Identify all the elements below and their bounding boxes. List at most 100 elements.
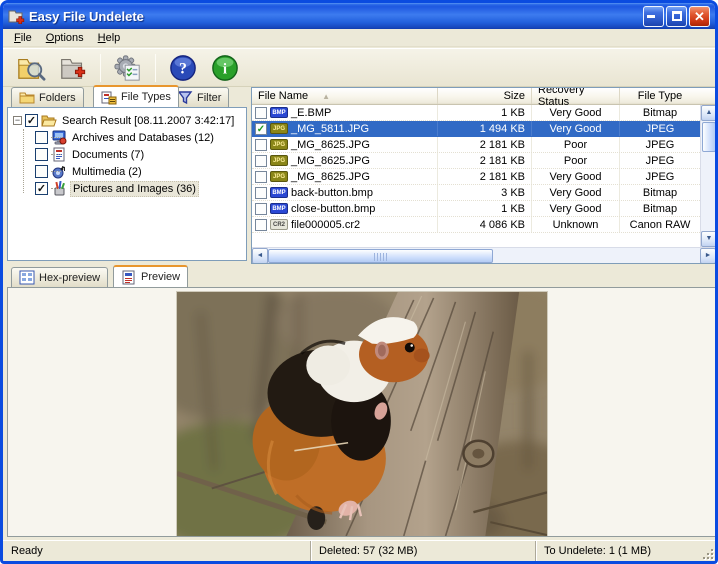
file-row-4[interactable]: JPG_MG_8625.JPG2 181 KBVery GoodJPEG bbox=[252, 169, 700, 185]
tree-item-label: Archives and Databases (12) bbox=[70, 131, 216, 145]
column-header-size[interactable]: Size bbox=[438, 88, 532, 104]
tree-item-label: Multimedia (2) bbox=[70, 165, 144, 179]
gear-checklist-icon bbox=[113, 54, 143, 82]
file-row-2[interactable]: JPG_MG_8625.JPG2 181 KBPoorJPEG bbox=[252, 137, 700, 153]
tree-item-4[interactable]: ✓Pictures and Images (36) bbox=[35, 180, 246, 197]
tree-item-1[interactable]: Archives and Databases (12) bbox=[35, 129, 246, 146]
status-ready: Ready bbox=[3, 541, 311, 561]
horizontal-scroll-thumb[interactable] bbox=[268, 249, 493, 263]
scroll-up-button[interactable]: ▲ bbox=[701, 105, 717, 121]
horizontal-scrollbar[interactable]: ◄ ► bbox=[252, 247, 716, 263]
open-folder-icon bbox=[41, 113, 57, 128]
app-icon bbox=[8, 8, 25, 24]
menu-help[interactable]: Help bbox=[91, 31, 128, 45]
file-checkbox[interactable] bbox=[255, 219, 267, 231]
tab-filter-label: Filter bbox=[197, 92, 221, 104]
column-header-file-name[interactable]: File Name ▲ bbox=[252, 88, 438, 104]
hex-icon bbox=[19, 270, 35, 285]
file-name: back-button.bmp bbox=[291, 187, 373, 199]
tree-guide bbox=[51, 171, 61, 172]
resize-grip[interactable] bbox=[700, 546, 713, 559]
title-bar[interactable]: Easy File Undelete ✕ bbox=[3, 3, 715, 29]
scroll-down-button[interactable]: ▼ bbox=[701, 231, 717, 247]
file-checkbox[interactable] bbox=[255, 171, 267, 183]
tree-checkbox[interactable] bbox=[35, 131, 48, 144]
recovery-status: Very Good bbox=[532, 121, 620, 136]
status-bar: Ready Deleted: 57 (32 MB) To Undelete: 1… bbox=[3, 540, 715, 561]
tree-checkbox[interactable] bbox=[35, 165, 48, 178]
close-button[interactable]: ✕ bbox=[689, 6, 710, 27]
info-icon: i bbox=[211, 54, 239, 82]
file-checkbox[interactable]: ✓ bbox=[255, 123, 267, 135]
menu-file[interactable]: File bbox=[7, 31, 39, 45]
file-name: close-button.bmp bbox=[291, 203, 375, 215]
file-type: Canon RAW bbox=[620, 217, 700, 232]
tab-file-types-label: File Types bbox=[121, 91, 171, 103]
minimize-button[interactable] bbox=[643, 6, 664, 27]
about-button[interactable]: i bbox=[207, 51, 243, 85]
menu-options[interactable]: Options bbox=[39, 31, 91, 45]
svg-text:?: ? bbox=[179, 60, 187, 77]
tree-checkbox[interactable] bbox=[35, 148, 48, 161]
tab-hex-preview-label: Hex-preview bbox=[39, 272, 100, 284]
toolbar-separator bbox=[100, 54, 101, 82]
help-button[interactable]: ? bbox=[165, 51, 201, 85]
vertical-scroll-thumb[interactable] bbox=[702, 122, 716, 152]
tree-collapse-toggle[interactable]: − bbox=[13, 116, 22, 125]
options-button[interactable] bbox=[110, 51, 146, 85]
file-type: JPEG bbox=[620, 169, 700, 184]
tab-preview-label: Preview bbox=[141, 271, 180, 283]
bmp-file-icon: BMP bbox=[270, 203, 288, 214]
file-checkbox[interactable] bbox=[255, 107, 267, 119]
recovery-status: Very Good bbox=[532, 201, 620, 216]
tree-item-0[interactable]: −✓ Search Result [08.11.2007 3:42:17] bbox=[13, 112, 246, 129]
file-checkbox[interactable] bbox=[255, 187, 267, 199]
tab-file-types[interactable]: File Types bbox=[93, 85, 179, 107]
file-name: _MG_8625.JPG bbox=[291, 171, 370, 183]
folder-search-icon bbox=[16, 54, 46, 82]
tree-checkbox[interactable]: ✓ bbox=[25, 114, 38, 127]
file-size: 2 181 KB bbox=[438, 153, 532, 168]
tree-guide bbox=[51, 154, 61, 155]
file-row-0[interactable]: BMP_E.BMP1 KBVery GoodBitmap bbox=[252, 105, 700, 121]
file-size: 1 KB bbox=[438, 105, 532, 120]
status-deleted: Deleted: 57 (32 MB) bbox=[311, 541, 536, 561]
tab-preview[interactable]: Preview bbox=[113, 265, 188, 287]
file-name: _E.BMP bbox=[291, 107, 331, 119]
file-row-1[interactable]: ✓JPG_MG_5811.JPG1 494 KBVery GoodJPEG bbox=[252, 121, 700, 137]
file-row-5[interactable]: BMPback-button.bmp3 KBVery GoodBitmap bbox=[252, 185, 700, 201]
column-header-recovery-status[interactable]: Recovery Status bbox=[532, 88, 620, 104]
file-row-3[interactable]: JPG_MG_8625.JPG2 181 KBPoorJPEG bbox=[252, 153, 700, 169]
window-title: Easy File Undelete bbox=[29, 9, 643, 24]
tab-folders[interactable]: Folders bbox=[11, 87, 84, 107]
column-header-file-type[interactable]: File Type bbox=[620, 88, 700, 104]
bmp-file-icon: BMP bbox=[270, 187, 288, 198]
bmp-file-icon: BMP bbox=[270, 107, 288, 118]
file-row-7[interactable]: CR2file000005.cr24 086 KBUnknownCanon RA… bbox=[252, 217, 700, 233]
recovery-status: Very Good bbox=[532, 169, 620, 184]
recovery-status: Unknown bbox=[532, 217, 620, 232]
tree-item-3[interactable]: Multimedia (2) bbox=[35, 163, 246, 180]
recovery-status: Poor bbox=[532, 153, 620, 168]
vertical-scrollbar[interactable]: ▲ ▼ bbox=[700, 105, 716, 247]
file-checkbox[interactable] bbox=[255, 203, 267, 215]
scroll-left-button[interactable]: ◄ bbox=[252, 248, 268, 264]
file-checkbox[interactable] bbox=[255, 155, 267, 167]
maximize-button[interactable] bbox=[666, 6, 687, 27]
scroll-right-button[interactable]: ► bbox=[700, 248, 716, 264]
recovery-status: Poor bbox=[532, 137, 620, 152]
tree-item-label: Search Result [08.11.2007 3:42:17] bbox=[60, 114, 236, 128]
file-types-icon bbox=[101, 90, 117, 105]
tree-guide bbox=[23, 129, 24, 193]
tab-hex-preview[interactable]: Hex-preview bbox=[11, 267, 108, 287]
recover-button[interactable] bbox=[55, 51, 91, 85]
file-checkbox[interactable] bbox=[255, 139, 267, 151]
tree-checkbox[interactable]: ✓ bbox=[35, 182, 48, 195]
scan-folder-button[interactable] bbox=[13, 51, 49, 85]
help-icon: ? bbox=[169, 54, 197, 82]
file-type-tree: −✓Search Result [08.11.2007 3:42:17]Arch… bbox=[7, 107, 247, 261]
recovery-status: Very Good bbox=[532, 105, 620, 120]
file-row-6[interactable]: BMPclose-button.bmp1 KBVery GoodBitmap bbox=[252, 201, 700, 217]
tree-item-2[interactable]: Documents (7) bbox=[35, 146, 246, 163]
app-window: Easy File Undelete ✕ File Options Help bbox=[0, 0, 718, 564]
